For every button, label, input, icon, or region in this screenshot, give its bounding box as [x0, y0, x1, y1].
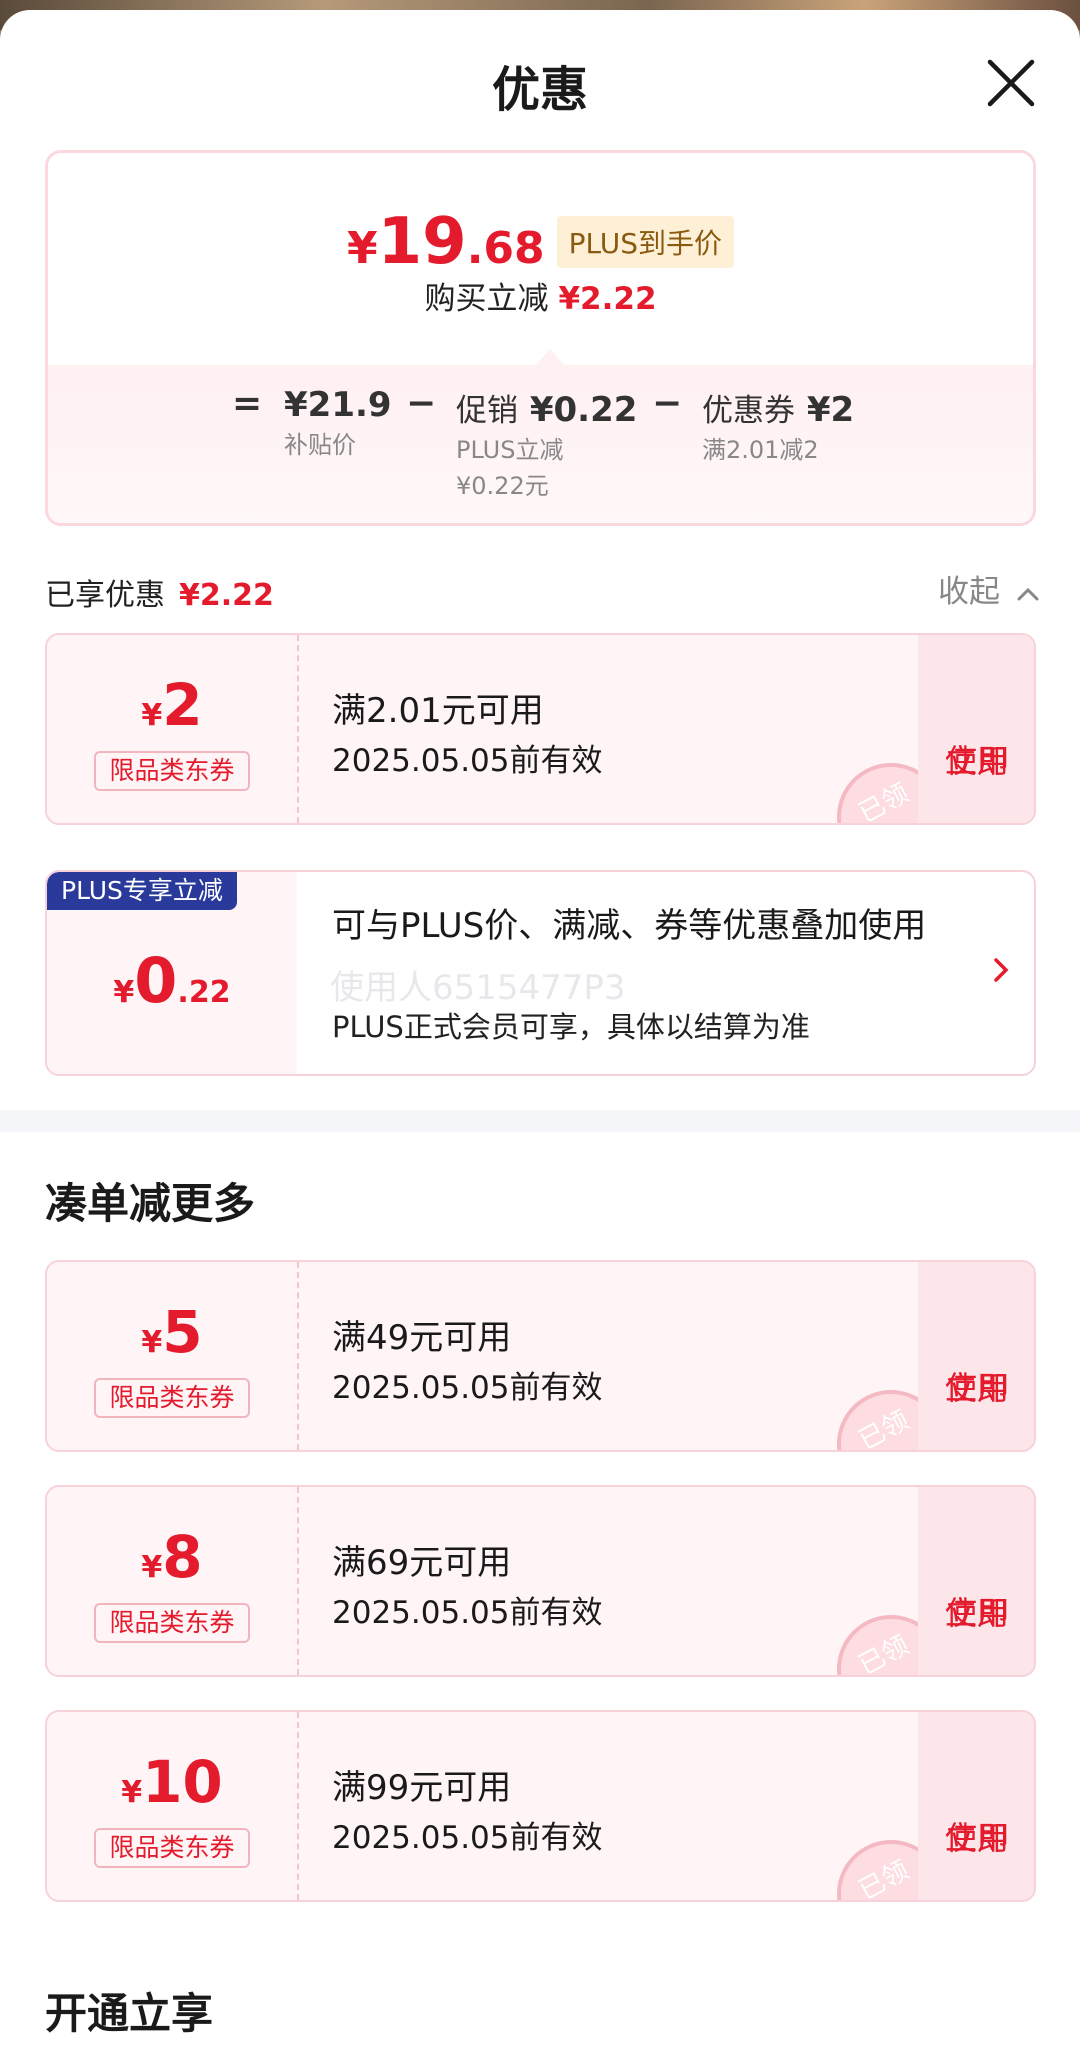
coupon-amount: ¥10	[121, 1748, 223, 1816]
coupon-card: ¥2 限品类东券 满2.01元可用 2025.05.05前有效 已领 立即 使用	[45, 633, 1036, 825]
final-price: ¥19.68	[347, 205, 545, 279]
coupon-type-tag: 限品类东券	[94, 1603, 250, 1643]
plus-amount: ¥0.22	[113, 944, 231, 1017]
instant-discount-label: 购买立减	[424, 281, 549, 317]
coupon-divider	[297, 1712, 299, 1900]
equals-sign: =	[232, 383, 263, 424]
coupon-validity: 2025.05.05前有效	[332, 1595, 603, 1631]
final-price-row: ¥19.68 PLUS到手价	[48, 205, 1033, 279]
coupon-validity: 2025.05.05前有效	[332, 1820, 603, 1856]
coupon-amount: ¥2	[141, 671, 203, 739]
coupon-condition: 满69元可用	[332, 1543, 512, 1583]
coupon-amount: ¥5	[141, 1298, 203, 1366]
chevron-up-icon	[1017, 587, 1039, 600]
coupon-card: ¥8 限品类东券 满69元可用 2025.05.05前有效 已领 立即 使用	[45, 1485, 1036, 1677]
coupon-card: ¥5 限品类东券 满49元可用 2025.05.05前有效 已领 立即 使用	[45, 1260, 1036, 1452]
section-title-open: 开通立享	[45, 1989, 214, 2038]
minus-sign: −	[406, 383, 437, 424]
coupon-divider	[297, 1487, 299, 1675]
close-icon	[987, 59, 1035, 107]
plus-offer-note: PLUS正式会员可享，具体以结算为准	[332, 1010, 810, 1044]
coupon-divider	[297, 1262, 299, 1450]
section-divider	[0, 1110, 1080, 1132]
breakdown-notch	[536, 349, 564, 365]
subsidy-price: ¥21.9 补贴价	[284, 385, 392, 459]
sheet-title: 优惠	[491, 62, 588, 118]
coupon-divider	[297, 635, 299, 823]
use-now-button[interactable]: 立即 使用	[918, 1712, 1034, 1900]
coupon-condition: 满2.01元可用	[332, 691, 544, 731]
promo-discount: 促销 ¥0.22 PLUS立减 ¥0.22元	[456, 390, 638, 500]
collapse-button[interactable]: 收起	[938, 566, 1040, 611]
use-now-button[interactable]: 立即 使用	[918, 1487, 1034, 1675]
instant-discount-value: ¥2.22	[558, 281, 657, 317]
close-button[interactable]	[982, 54, 1040, 112]
price-summary-card: ¥19.68 PLUS到手价 购买立减 ¥2.22 = ¥21.9 补贴价 − 促销…	[45, 150, 1036, 526]
coupon-validity: 2025.05.05前有效	[332, 1370, 603, 1406]
coupon-validity: 2025.05.05前有效	[332, 743, 603, 779]
coupon-condition: 满49元可用	[332, 1318, 512, 1358]
coupon-type-tag: 限品类东券	[94, 1828, 250, 1868]
coupon-type-tag: 限品类东券	[94, 1378, 250, 1418]
use-now-button[interactable]: 立即 使用	[918, 1262, 1034, 1450]
sheet-header: 优惠	[0, 10, 1080, 150]
use-now-button[interactable]: 立即 使用	[918, 635, 1034, 823]
minus-sign: −	[652, 383, 683, 424]
plus-offer-description: 可与PLUS价、满减、券等优惠叠加使用	[332, 906, 927, 946]
plus-price-tag: PLUS到手价	[556, 216, 734, 268]
discount-sheet: 优惠 ¥19.68 PLUS到手价 购买立减 ¥2.22 = ¥21.9 补贴价 −…	[0, 10, 1080, 2052]
coupon-card: ¥10 限品类东券 满99元可用 2025.05.05前有效 已领 立即 使用	[45, 1710, 1036, 1902]
coupon-type-tag: 限品类东券	[94, 751, 250, 791]
instant-discount-row: 购买立减 ¥2.22	[48, 273, 1033, 318]
enjoyed-discount: 已享优惠 ¥2.22	[45, 578, 274, 613]
plus-badge: PLUS专享立减	[47, 872, 237, 910]
section-title-more: 凑单减更多	[45, 1179, 256, 1228]
chevron-right-icon[interactable]	[987, 950, 1015, 990]
coupon-discount: 优惠券 ¥2 满2.01减2	[702, 390, 855, 464]
coupon-amount: ¥8	[141, 1523, 203, 1591]
coupon-condition: 满99元可用	[332, 1768, 512, 1808]
watermark: 使用人6515477P3	[330, 968, 626, 1008]
